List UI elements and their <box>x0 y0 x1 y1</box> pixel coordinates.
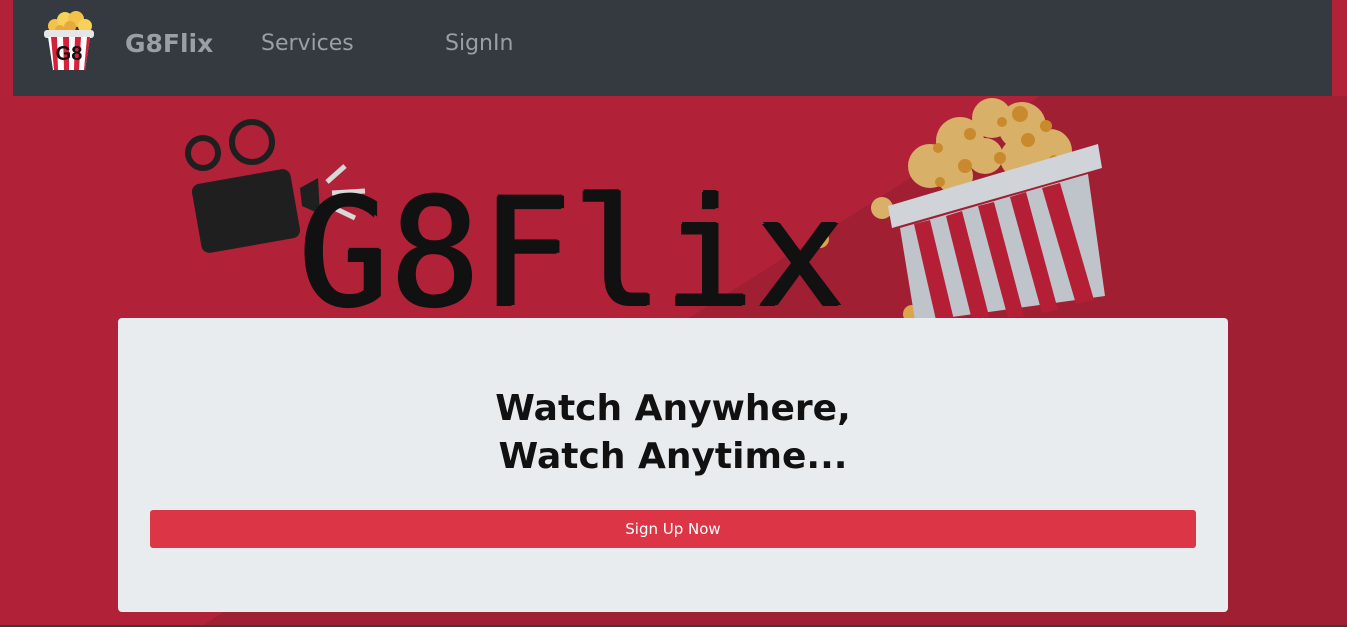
hero-title: G8Flix <box>298 178 846 320</box>
sign-up-button[interactable]: Sign Up Now <box>150 510 1196 548</box>
headline-line-1: Watch Anywhere, <box>495 388 851 429</box>
popcorn-logo-icon[interactable]: G8 <box>41 10 97 72</box>
nav-signin-link[interactable]: SignIn <box>445 31 513 56</box>
signup-card: Watch Anywhere, Watch Anytime... Sign Up… <box>118 318 1228 612</box>
headline-line-2: Watch Anytime... <box>498 436 848 477</box>
popcorn-bucket-icon <box>871 98 1105 320</box>
page: G8 G8Flix Services SignIn G8Flix Watch A… <box>0 0 1347 627</box>
logo-text: G8 <box>56 43 83 65</box>
top-navbar: G8 G8Flix Services SignIn <box>13 0 1332 96</box>
brand-link[interactable]: G8Flix <box>125 29 213 58</box>
nav-services-link[interactable]: Services <box>261 31 354 56</box>
